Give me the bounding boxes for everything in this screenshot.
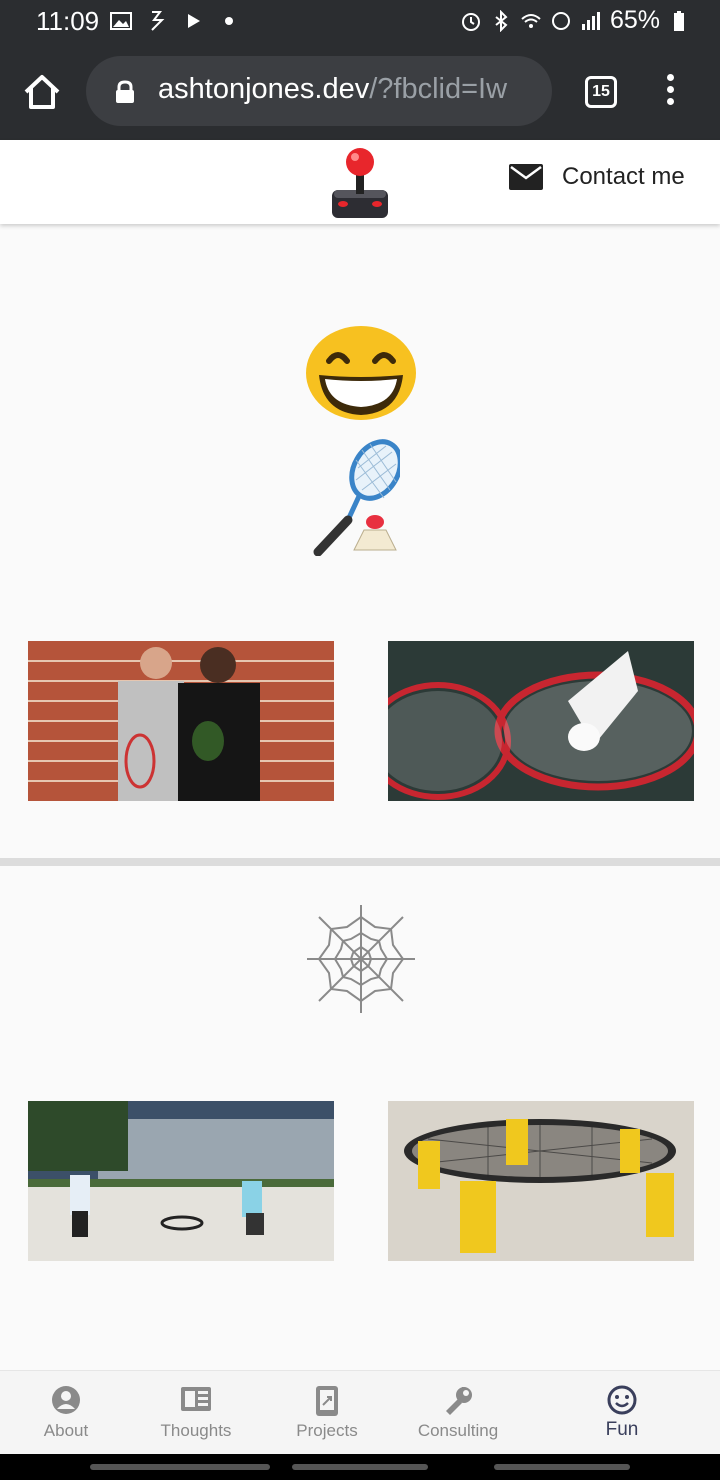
dot-icon	[225, 17, 233, 25]
spikeball-net-photo	[388, 1101, 694, 1261]
overflow-menu-icon[interactable]	[662, 74, 678, 110]
nav-label: Thoughts	[160, 1421, 232, 1440]
wrench-icon	[446, 1387, 472, 1415]
contact-label: Contact me	[562, 163, 685, 190]
smiley-icon	[607, 1385, 637, 1415]
site-header: Contact me	[0, 140, 720, 224]
alarm-icon	[461, 12, 480, 31]
spider-web-icon	[307, 905, 415, 1013]
address-bar[interactable]: ashtonjones.dev/?fbclid=Iw	[86, 56, 552, 126]
page: 11:09 65% ashtonjones.dev/?fbclid=Iw 15	[0, 0, 720, 1480]
battery-percent: 65%	[609, 6, 660, 34]
account-circle-icon	[52, 1386, 80, 1414]
gallery-icon	[110, 12, 132, 30]
volte-icon	[551, 11, 570, 30]
section-divider	[0, 858, 720, 866]
nav-consulting[interactable]: Consulting	[392, 1371, 524, 1455]
battery-icon	[674, 10, 684, 31]
signal-icon	[581, 11, 600, 30]
browser-toolbar: ashtonjones.dev/?fbclid=Iw 15	[0, 44, 720, 140]
nav-label: Consulting	[417, 1421, 499, 1440]
play-icon	[188, 14, 200, 28]
nav-fun[interactable]: Fun	[556, 1371, 688, 1455]
bluetooth-icon	[495, 9, 508, 32]
url-path: /?fbclid=Iw	[369, 73, 508, 105]
recents-handle[interactable]	[90, 1464, 270, 1470]
nav-label: About	[43, 1421, 89, 1440]
grinning-face-icon	[306, 326, 416, 420]
home-handle[interactable]	[292, 1464, 428, 1470]
bottom-navigation: About Thoughts Projects Consulting Fun	[0, 1370, 720, 1454]
project-icon	[316, 1386, 338, 1416]
article-icon	[181, 1387, 211, 1411]
wifi-icon	[521, 13, 541, 28]
nav-projects[interactable]: Projects	[261, 1371, 393, 1455]
url-text: ashtonjones.dev/?fbclid=Iw	[158, 73, 538, 106]
mail-icon	[509, 164, 543, 190]
tab-switcher-button[interactable]: 15	[585, 76, 617, 108]
health-icon	[151, 11, 165, 31]
badminton-icon	[313, 439, 400, 556]
system-navigation-bar	[0, 1454, 720, 1480]
url-host: ashtonjones.dev	[158, 73, 370, 105]
nav-label: Fun	[605, 1419, 639, 1440]
notification-icons	[110, 10, 240, 32]
home-icon[interactable]	[22, 72, 62, 112]
status-time: 11:09	[36, 6, 100, 36]
system-icons: 65%	[460, 6, 690, 35]
lock-icon	[116, 80, 134, 103]
badminton-players-photo	[28, 641, 334, 801]
nav-label: Projects	[296, 1421, 358, 1440]
nav-about[interactable]: About	[0, 1371, 132, 1455]
nav-thoughts[interactable]: Thoughts	[130, 1371, 262, 1455]
contact-link[interactable]: Contact me	[508, 162, 685, 192]
badminton-rackets-photo	[388, 641, 694, 801]
status-bar: 11:09 65%	[0, 0, 720, 44]
joystick-icon[interactable]	[330, 146, 390, 220]
back-handle[interactable]	[494, 1464, 630, 1470]
spikeball-game-photo	[28, 1101, 334, 1261]
